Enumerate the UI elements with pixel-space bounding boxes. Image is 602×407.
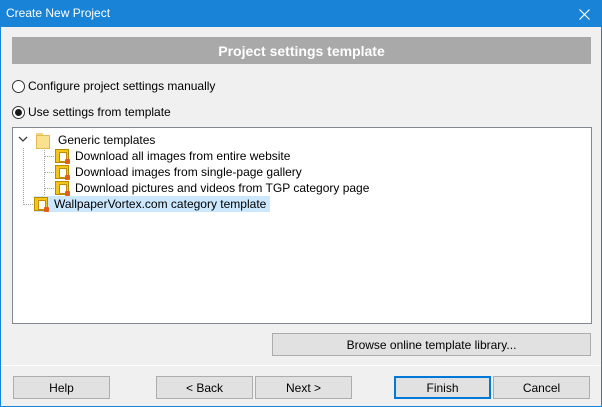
tree-node-custom-template[interactable]: WallpaperVortex.com category template bbox=[34, 196, 271, 212]
close-button[interactable] bbox=[567, 1, 601, 27]
create-new-project-dialog: Create New Project Project settings temp… bbox=[0, 0, 602, 407]
template-icon bbox=[55, 165, 70, 180]
section-header: Project settings template bbox=[12, 37, 591, 64]
cancel-button[interactable]: Cancel bbox=[493, 376, 590, 399]
tree-node-label: Generic templates bbox=[58, 132, 156, 147]
tree-node-label: WallpaperVortex.com category template bbox=[52, 196, 269, 212]
radio-button-template[interactable] bbox=[12, 105, 25, 119]
next-button[interactable]: Next > bbox=[255, 376, 352, 399]
tree-node-label: Download images from single-page gallery bbox=[75, 164, 302, 179]
tree-node-template[interactable]: Download images from single-page gallery bbox=[55, 164, 304, 180]
template-icon bbox=[34, 197, 49, 212]
close-icon bbox=[578, 8, 590, 20]
divider bbox=[1, 365, 601, 366]
radio-label-manual: Configure project settings manually bbox=[28, 79, 216, 93]
radio-label-template: Use settings from template bbox=[28, 105, 171, 119]
tree-connector bbox=[44, 172, 54, 173]
radio-button-manual[interactable] bbox=[12, 79, 25, 93]
help-button[interactable]: Help bbox=[13, 376, 110, 399]
template-icon bbox=[55, 181, 70, 196]
finish-button[interactable]: Finish bbox=[394, 376, 491, 399]
radio-configure-manually[interactable]: Configure project settings manually bbox=[12, 78, 215, 94]
tree-connector bbox=[23, 148, 24, 205]
tree-node-generic-templates[interactable]: Generic templates bbox=[36, 132, 157, 149]
browse-library-button[interactable]: Browse online template library... bbox=[272, 333, 591, 356]
radio-use-template[interactable]: Use settings from template bbox=[12, 104, 171, 120]
tree-connector bbox=[44, 156, 54, 157]
folder-icon bbox=[36, 133, 52, 149]
back-button[interactable]: < Back bbox=[156, 376, 253, 399]
window-title: Create New Project bbox=[6, 6, 111, 20]
tree-node-label: Download all images from entire website bbox=[75, 148, 291, 163]
chevron-down-icon[interactable] bbox=[17, 133, 29, 145]
tree-connector bbox=[44, 188, 54, 189]
tree-node-template[interactable]: Download all images from entire website bbox=[55, 148, 292, 164]
tree-node-template[interactable]: Download pictures and videos from TGP ca… bbox=[55, 180, 371, 196]
tree-connector bbox=[23, 204, 33, 205]
template-icon bbox=[55, 149, 70, 164]
tree-node-label: Download pictures and videos from TGP ca… bbox=[75, 180, 370, 195]
template-tree[interactable]: Generic templates Download all images fr… bbox=[12, 127, 592, 324]
title-bar[interactable]: Create New Project bbox=[1, 1, 601, 27]
